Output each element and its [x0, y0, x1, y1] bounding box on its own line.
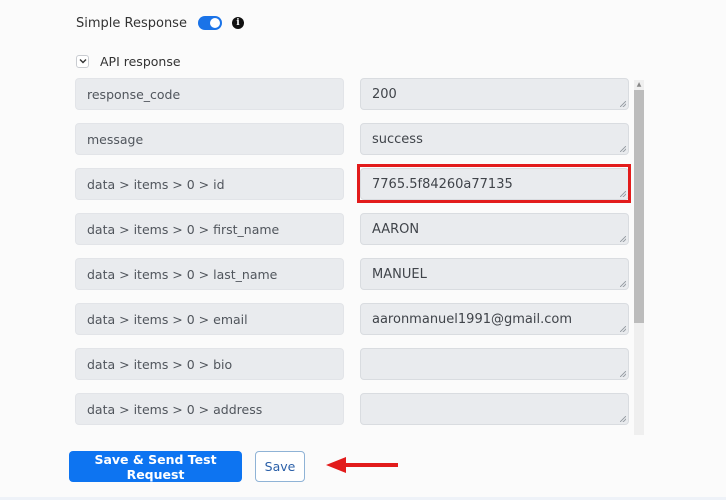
- scroll-up-arrow-icon[interactable]: ▲: [634, 80, 644, 89]
- response-row: data > items > 0 > address: [75, 393, 629, 425]
- resize-handle[interactable]: [620, 191, 626, 197]
- response-row: response_code 200: [75, 78, 629, 110]
- scrollbar[interactable]: ▲: [634, 80, 644, 435]
- value-field[interactable]: 7765.5f84260a77135: [360, 168, 629, 200]
- value-text: 200: [372, 86, 397, 102]
- response-row: message success: [75, 123, 629, 155]
- api-response-list: response_code 200 message success data >…: [62, 78, 646, 436]
- chevron-down-icon: [79, 59, 86, 64]
- value-text: AARON: [372, 221, 420, 237]
- save-button[interactable]: Save: [255, 451, 305, 482]
- resize-handle[interactable]: [620, 146, 626, 152]
- simple-response-row: Simple Response i: [76, 13, 244, 33]
- resize-handle[interactable]: [620, 281, 626, 287]
- resize-handle[interactable]: [620, 416, 626, 422]
- resize-handle[interactable]: [620, 236, 626, 242]
- simple-response-toggle[interactable]: [197, 16, 222, 30]
- key-field[interactable]: data > items > 0 > email: [75, 303, 344, 335]
- toggle-knob: [209, 18, 220, 28]
- key-field[interactable]: message: [75, 123, 344, 155]
- collapse-toggle[interactable]: [76, 54, 89, 68]
- value-field[interactable]: aaronmanuel1991@gmail.com: [360, 303, 629, 335]
- api-response-label: API response: [100, 53, 181, 69]
- info-icon[interactable]: i: [231, 17, 244, 29]
- resize-handle[interactable]: [620, 326, 626, 332]
- response-row: data > items > 0 > last_name MANUEL: [75, 258, 629, 290]
- value-field[interactable]: MANUEL: [360, 258, 629, 290]
- scroll-thumb[interactable]: [634, 90, 644, 323]
- key-field[interactable]: data > items > 0 > bio: [75, 348, 344, 380]
- resize-handle[interactable]: [620, 101, 626, 107]
- key-field[interactable]: data > items > 0 > first_name: [75, 213, 344, 245]
- value-text: 7765.5f84260a77135: [372, 176, 513, 192]
- value-text: MANUEL: [372, 266, 427, 282]
- simple-response-label: Simple Response: [76, 15, 187, 31]
- value-text: aaronmanuel1991@gmail.com: [372, 311, 572, 327]
- key-field[interactable]: data > items > 0 > id: [75, 168, 344, 200]
- response-row: data > items > 0 > first_name AARON: [75, 213, 629, 245]
- value-field[interactable]: success: [360, 123, 629, 155]
- value-field[interactable]: [360, 348, 629, 380]
- red-arrow-annotation-icon: [326, 457, 398, 473]
- save-send-test-request-button[interactable]: Save & Send Test Request: [69, 451, 242, 482]
- resize-handle[interactable]: [620, 371, 626, 377]
- value-text: success: [372, 131, 423, 147]
- response-row: data > items > 0 > id 7765.5f84260a77135: [75, 168, 629, 200]
- response-row: data > items > 0 > email aaronmanuel1991…: [75, 303, 629, 335]
- response-row: data > items > 0 > bio: [75, 348, 629, 380]
- value-field[interactable]: [360, 393, 629, 425]
- key-field[interactable]: data > items > 0 > address: [75, 393, 344, 425]
- value-field[interactable]: AARON: [360, 213, 629, 245]
- api-response-header[interactable]: API response: [76, 53, 181, 69]
- value-field[interactable]: 200: [360, 78, 629, 110]
- key-field[interactable]: data > items > 0 > last_name: [75, 258, 344, 290]
- key-field[interactable]: response_code: [75, 78, 344, 110]
